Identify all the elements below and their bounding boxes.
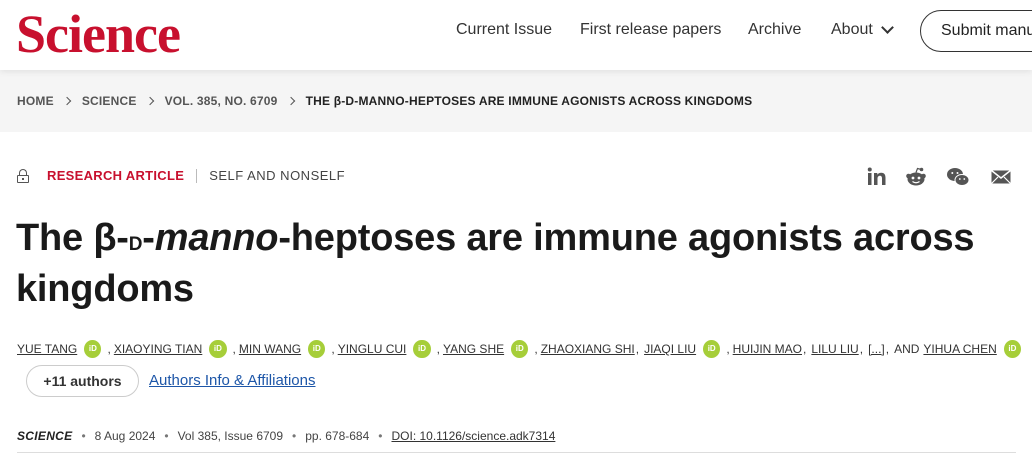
site-header: Science Current Issue First release pape… <box>0 0 1032 70</box>
publication-date: 8 Aug 2024 <box>94 429 156 443</box>
expand-authors-link[interactable]: [...] <box>868 342 885 356</box>
authors-affiliations-link[interactable]: Authors Info & Affiliations <box>149 372 316 389</box>
orcid-icon[interactable]: iD <box>84 340 102 358</box>
author-conjunction: AND <box>894 342 920 356</box>
nav-about[interactable]: About <box>831 21 894 39</box>
author-link[interactable]: YUE TANG <box>17 342 77 356</box>
divider <box>196 168 198 183</box>
nav-first-release-papers[interactable]: First release papers <box>580 21 721 39</box>
title-part: The β- <box>16 217 129 259</box>
separator: • <box>81 429 86 443</box>
author-link[interactable]: JIAQI LIU <box>644 342 696 356</box>
orcid-icon[interactable]: iD <box>413 340 431 358</box>
breadcrumb: HOME SCIENCE VOL. 385, NO. 6709 THE β-D-… <box>17 94 752 108</box>
orcid-icon[interactable]: iD <box>511 340 529 358</box>
orcid-icon[interactable]: iD <box>1003 340 1022 358</box>
article-title: The β-d-manno-heptoses are immune agonis… <box>16 214 1016 313</box>
reddit-icon[interactable] <box>905 166 927 188</box>
author-link[interactable]: MIN WANG <box>239 342 301 356</box>
divider <box>17 452 1016 453</box>
breadcrumb-current: THE β-D-MANNO-HEPTOSES ARE IMMUNE AGONIS… <box>305 94 753 108</box>
separator: • <box>164 429 169 443</box>
breadcrumb-band: HOME SCIENCE VOL. 385, NO. 6709 THE β-D-… <box>0 70 1032 132</box>
email-icon[interactable] <box>990 166 1012 188</box>
nav-about-label: About <box>831 21 873 38</box>
article-meta-row: RESEARCH ARTICLE SELF AND NONSELF <box>17 168 345 183</box>
separator: • <box>378 429 383 443</box>
chevron-right-icon <box>286 96 295 106</box>
title-part: kingdoms <box>16 268 194 310</box>
journal-name: SCIENCE <box>17 429 73 443</box>
doi-link[interactable]: DOI: 10.1126/science.adk7314 <box>391 429 555 443</box>
author-link[interactable]: XIAOYING TIAN <box>114 342 202 356</box>
author-link[interactable]: YINGLU CUI <box>338 342 407 356</box>
chevron-right-icon <box>145 96 154 106</box>
separator: • <box>292 429 297 443</box>
orcid-icon[interactable]: iD <box>209 340 227 358</box>
title-part: - <box>142 217 155 259</box>
science-logo[interactable]: Science <box>16 6 181 62</box>
share-toolbar <box>866 166 1016 190</box>
linkedin-icon[interactable] <box>866 166 888 188</box>
author-link[interactable]: LILU LIU <box>811 342 858 356</box>
chevron-right-icon <box>62 96 72 106</box>
author-list: YUE TANG iD, XIAOYING TIAN iD, MIN WANG iD,… <box>17 340 1027 358</box>
more-authors-button[interactable]: +11 authors <box>26 365 139 397</box>
nav-current-issue[interactable]: Current Issue <box>456 21 552 39</box>
breadcrumb-science[interactable]: SCIENCE <box>82 94 137 108</box>
article-type[interactable]: RESEARCH ARTICLE <box>47 168 184 183</box>
title-part: -heptoses are immune agonists across <box>278 217 975 259</box>
nav-archive[interactable]: Archive <box>748 21 801 39</box>
breadcrumb-issue[interactable]: VOL. 385, NO. 6709 <box>165 94 278 108</box>
breadcrumb-home[interactable]: HOME <box>17 94 54 108</box>
author-link[interactable]: YIHUA CHEN <box>923 342 996 356</box>
article-section[interactable]: SELF AND NONSELF <box>209 168 345 183</box>
title-part: d <box>128 226 143 256</box>
lock-icon <box>17 168 29 183</box>
orcid-icon[interactable]: iD <box>308 340 326 358</box>
title-part: manno <box>154 217 279 259</box>
page-range: pp. 678-684 <box>305 429 370 443</box>
wechat-icon[interactable] <box>946 166 970 188</box>
author-link[interactable]: ZHAOXIANG SHI <box>541 342 635 356</box>
author-link[interactable]: HUIJIN MAO <box>733 342 802 356</box>
chevron-down-icon <box>880 21 894 34</box>
submit-manuscript-button[interactable]: Submit manu <box>920 10 1032 52</box>
publication-meta: SCIENCE • 8 Aug 2024 • Vol 385, Issue 67… <box>17 429 555 443</box>
volume-issue[interactable]: Vol 385, Issue 6709 <box>178 429 283 443</box>
orcid-icon[interactable]: iD <box>703 340 721 358</box>
author-link[interactable]: YANG SHE <box>443 342 504 356</box>
